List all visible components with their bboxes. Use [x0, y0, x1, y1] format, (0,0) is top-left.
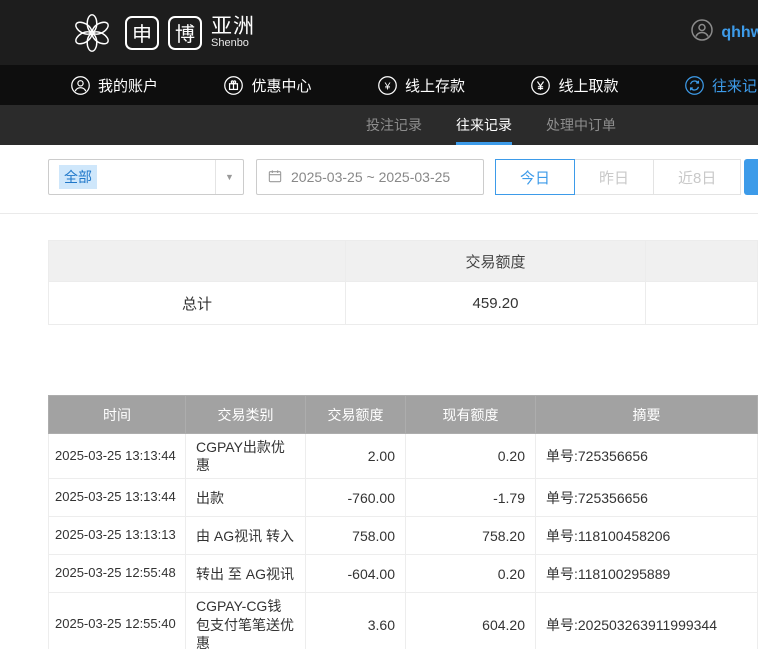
records-icon [684, 75, 705, 96]
table-cell: 0.20 [405, 432, 536, 480]
table-cell: 单号:202503263911999344 [535, 592, 758, 649]
tab-bet-records[interactable]: 投注记录 [366, 105, 422, 145]
header-balance: 现有额度 [405, 395, 536, 434]
brand-subtitle: Shenbo [211, 36, 249, 49]
header-amount: 交易额度 [305, 395, 406, 434]
brand-char-bo: 博 [168, 15, 202, 50]
tab-transaction-records[interactable]: 往来记录 [456, 105, 512, 145]
tab-pending-orders[interactable]: 处理中订单 [546, 105, 616, 145]
today-button[interactable]: 今日 [495, 159, 576, 195]
table-cell: 2025-03-25 13:13:13 [48, 516, 186, 556]
withdraw-icon [530, 75, 551, 96]
top-brand-bar: 申 博 亚洲 Shenbo qhhw2 [0, 0, 758, 65]
caret-down-icon: ▼ [215, 160, 243, 194]
table-cell: 0.20 [405, 554, 536, 594]
transactions-header-row: 时间 交易类别 交易额度 现有额度 摘要 [48, 395, 758, 434]
nav-label: 优惠中心 [251, 77, 312, 95]
category-selected-value: 全部 [59, 165, 97, 189]
brand-region-cn: 亚洲 [211, 14, 255, 38]
query-button[interactable] [744, 159, 758, 195]
brand-char-shen: 申 [125, 15, 159, 50]
nav-label: 线上取款 [558, 77, 619, 95]
table-cell: -604.00 [305, 554, 406, 594]
table-cell: 604.20 [405, 592, 536, 649]
summary-total-value: 459.20 [345, 281, 646, 325]
account-icon [70, 75, 91, 96]
table-row: 2025-03-25 12:55:40 CGPAY-CG钱包支付笔笔送优惠 3.60… [48, 592, 758, 649]
category-dropdown[interactable]: 全部 ▼ [48, 159, 244, 195]
summary-table: 交易额度 总计 459.20 [48, 240, 758, 325]
section-divider [0, 213, 758, 214]
calendar-icon [267, 168, 283, 187]
main-nav: 我的账户 优惠中心 ¥ 线上存款 线上取款 往来记 [0, 65, 758, 105]
summary-header-row: 交易额度 [48, 240, 758, 282]
brand-region: 亚洲 Shenbo [211, 14, 255, 50]
quick-date-buttons: 今日 昨日 近8日 [495, 159, 742, 195]
user-avatar-icon [690, 18, 714, 47]
table-cell: 单号:118100458206 [535, 516, 758, 556]
nav-item-deposit[interactable]: ¥ 线上存款 [377, 75, 465, 96]
table-cell: 单号:725356656 [535, 478, 758, 518]
table-cell: 由 AG视讯 转入 [185, 516, 306, 556]
table-cell: CGPAY-CG钱包支付笔笔送优惠 [185, 592, 306, 649]
table-row: 2025-03-25 13:13:13 由 AG视讯 转入 758.00 758.20… [48, 516, 758, 556]
nav-label: 线上存款 [404, 77, 465, 95]
table-cell: 出款 [185, 478, 306, 518]
nav-item-records[interactable]: 往来记录 [684, 75, 758, 96]
last-8-days-button[interactable]: 近8日 [653, 159, 742, 195]
header-category: 交易类别 [185, 395, 306, 434]
table-cell: CGPAY出款优惠 [185, 432, 306, 480]
table-cell: 2025-03-25 12:55:48 [48, 554, 186, 594]
table-cell: 758.00 [305, 516, 406, 556]
table-cell: -1.79 [405, 478, 536, 518]
nav-item-my-account[interactable]: 我的账户 [70, 75, 158, 96]
summary-header-empty [48, 240, 346, 282]
nav-label: 往来记录 [711, 77, 758, 95]
summary-header-amount: 交易额度 [345, 240, 646, 282]
summary-total-row: 总计 459.20 [48, 281, 758, 325]
transactions-table: 时间 交易类别 交易额度 现有额度 摘要 2025-03-25 13:13:44… [48, 395, 758, 649]
svg-text:¥: ¥ [384, 80, 391, 92]
table-cell: 单号:118100295889 [535, 554, 758, 594]
promo-icon [223, 75, 244, 96]
sub-nav: 投注记录 往来记录 处理中订单 [0, 105, 758, 145]
table-cell: 2025-03-25 12:55:40 [48, 592, 186, 649]
summary-total-cutoff [645, 281, 758, 325]
table-cell: 2025-03-25 13:13:44 [48, 478, 186, 518]
user-account-area[interactable]: qhhw2 [690, 18, 758, 47]
date-range-value: 2025-03-25 ~ 2025-03-25 [291, 169, 451, 185]
username-text[interactable]: qhhw2 [721, 24, 758, 42]
nav-label: 我的账户 [98, 77, 159, 95]
summary-header-cutoff [645, 240, 758, 282]
summary-total-label: 总计 [48, 281, 346, 325]
table-row: 2025-03-25 13:13:44 出款 -760.00 -1.79 单号:7253… [48, 478, 758, 518]
filter-bar: 全部 ▼ 2025-03-25 ~ 2025-03-25 今日 昨日 近8日 [48, 159, 758, 195]
nav-item-withdraw[interactable]: 线上取款 [530, 75, 618, 96]
header-summary: 摘要 [535, 395, 758, 434]
table-cell: -760.00 [305, 478, 406, 518]
table-cell: 758.20 [405, 516, 536, 556]
date-range-picker[interactable]: 2025-03-25 ~ 2025-03-25 [256, 159, 484, 195]
table-cell: 2025-03-25 13:13:44 [48, 432, 186, 480]
table-row: 2025-03-25 12:55:48 转出 至 AG视讯 -604.00 0.20 单… [48, 554, 758, 594]
table-cell: 单号:725356656 [535, 432, 758, 480]
transactions-tbody: 2025-03-25 13:13:44 CGPAY出款优惠 2.00 0.20 单号:7… [48, 432, 758, 649]
table-cell: 3.60 [305, 592, 406, 649]
table-row: 2025-03-25 13:13:44 CGPAY出款优惠 2.00 0.20 单号:7… [48, 432, 758, 480]
sub-nav-tabs: 投注记录 往来记录 处理中订单 [366, 105, 616, 145]
deposit-icon: ¥ [377, 75, 398, 96]
flower-logo-icon [68, 9, 116, 57]
table-cell: 转出 至 AG视讯 [185, 554, 306, 594]
nav-item-promotions[interactable]: 优惠中心 [223, 75, 312, 96]
yesterday-button[interactable]: 昨日 [574, 159, 655, 195]
header-time: 时间 [48, 395, 186, 434]
table-cell: 2.00 [305, 432, 406, 480]
